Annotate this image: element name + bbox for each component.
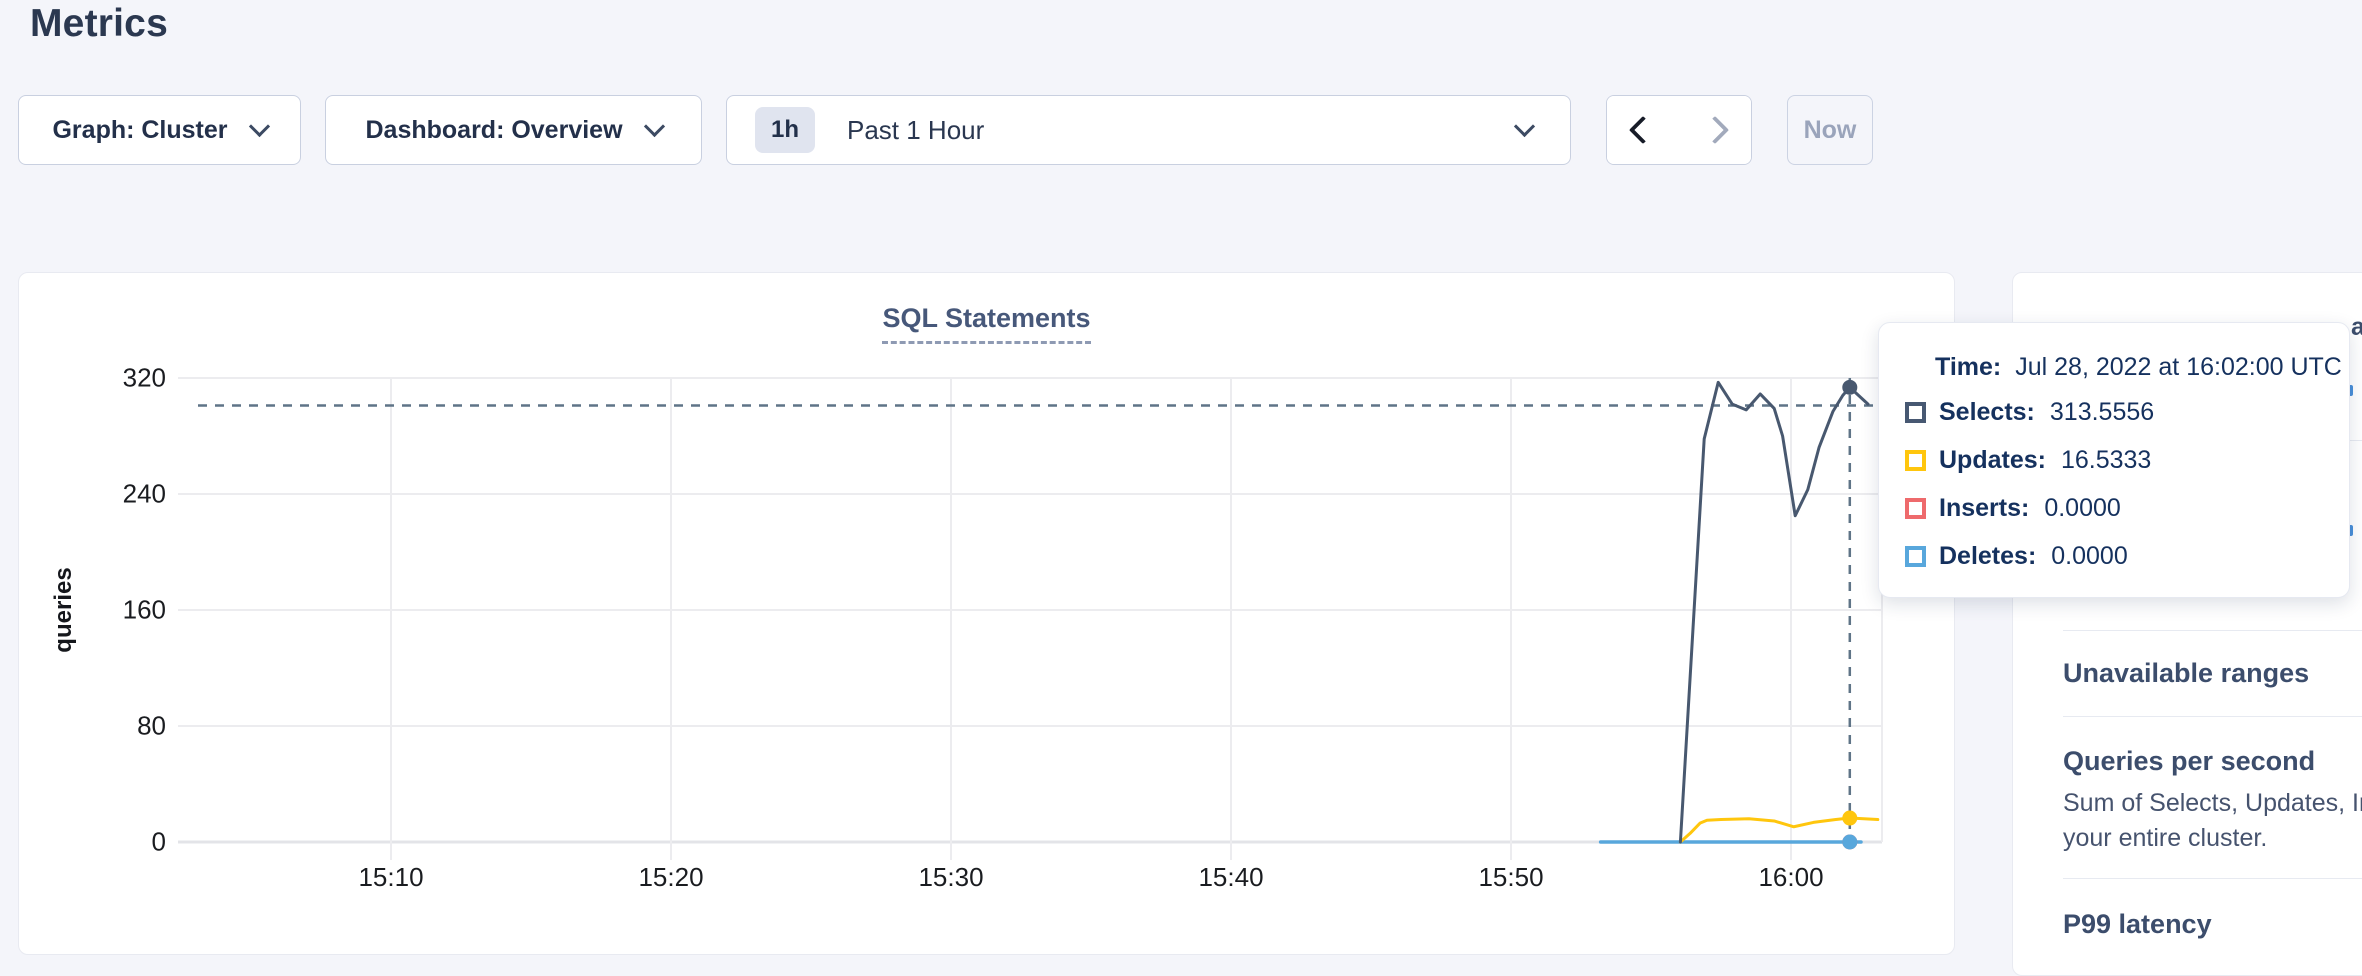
series-swatch-icon <box>1905 450 1926 471</box>
tooltip-series-value: 0.0000 <box>2044 494 2120 523</box>
tooltip-series-row: Selects: 313.5556 <box>1905 388 2329 436</box>
tooltip-time-value: Jul 28, 2022 at 16:02:00 UTC <box>2015 353 2342 381</box>
dashboard-dropdown[interactable]: Dashboard: Overview <box>325 95 702 165</box>
time-range-badge: 1h <box>755 107 815 153</box>
sidebar-divider <box>2063 716 2362 717</box>
series-swatch-icon <box>1905 402 1926 423</box>
x-tick-label: 15:20 <box>638 862 703 893</box>
series-swatch-icon <box>1905 546 1926 567</box>
sidebar-heading-unavailable-ranges: Unavailable ranges <box>2063 658 2309 689</box>
chevron-down-icon <box>643 115 664 136</box>
chart-tooltip: Time: Jul 28, 2022 at 16:02:00 UTC Select… <box>1878 322 2350 598</box>
tooltip-series-label: Updates: <box>1939 446 2046 475</box>
clipped-heading-fragment: a <box>2351 313 2362 342</box>
tooltip-series-label: Selects: <box>1939 398 2035 427</box>
chevron-left-icon <box>1629 116 1657 144</box>
tooltip-time-label: Time: <box>1935 353 2001 381</box>
series-swatch-icon <box>1905 498 1926 519</box>
time-back-button[interactable] <box>1607 96 1679 164</box>
y-tick-label: 240 <box>46 479 166 510</box>
tooltip-series-row: Deletes: 0.0000 <box>1905 532 2329 580</box>
sidebar-description-line: Sum of Selects, Updates, Inser <box>2063 791 2362 816</box>
tooltip-time: Time: Jul 28, 2022 at 16:02:00 UTC <box>1935 353 2342 382</box>
tooltip-series-label: Inserts: <box>1939 494 2029 523</box>
y-tick-label: 80 <box>46 711 166 742</box>
sidebar-divider <box>2063 878 2362 879</box>
y-tick-label: 0 <box>46 827 166 858</box>
page-title: Metrics <box>30 2 168 46</box>
graph-dropdown[interactable]: Graph: Cluster <box>18 95 301 165</box>
tooltip-series-rows: Selects: 313.5556Updates: 16.5333 Inserts: 0… <box>1905 388 2329 580</box>
y-tick-label: 320 <box>46 363 166 394</box>
sidebar-description-line: your entire cluster. <box>2063 826 2267 851</box>
x-tick-label: 15:30 <box>918 862 983 893</box>
sidebar-heading-queries-per-second: Queries per second <box>2063 746 2315 777</box>
sql-statements-chart-card: SQL Statements <box>18 272 1955 955</box>
dashboard-dropdown-label: Dashboard: Overview <box>365 116 622 145</box>
chevron-down-icon <box>248 115 269 136</box>
chevron-down-icon <box>1514 115 1535 136</box>
now-button[interactable]: Now <box>1787 95 1873 165</box>
chevron-right-icon <box>1701 116 1729 144</box>
tooltip-series-row: Updates: 16.5333 <box>1905 436 2329 484</box>
chart-title[interactable]: SQL Statements <box>882 303 1090 344</box>
x-tick-label: 16:00 <box>1758 862 1823 893</box>
time-step-controls <box>1606 95 1752 165</box>
tooltip-series-value: 16.5333 <box>2061 446 2151 475</box>
x-tick-label: 15:40 <box>1198 862 1263 893</box>
tooltip-series-value: 0.0000 <box>2051 542 2127 571</box>
tooltip-series-row: Inserts: 0.0000 <box>1905 484 2329 532</box>
tooltip-series-value: 313.5556 <box>2050 398 2154 427</box>
sidebar-divider <box>2063 630 2362 631</box>
y-tick-label: 160 <box>46 595 166 626</box>
time-range-label: Past 1 Hour <box>847 115 984 146</box>
x-tick-label: 15:10 <box>358 862 423 893</box>
graph-dropdown-label: Graph: Cluster <box>52 116 227 145</box>
time-forward-button[interactable] <box>1679 96 1751 164</box>
sidebar-heading-p99-latency: P99 latency <box>2063 909 2212 940</box>
time-range-dropdown[interactable]: 1h Past 1 Hour <box>726 95 1571 165</box>
x-tick-label: 15:50 <box>1478 862 1543 893</box>
tooltip-series-label: Deletes: <box>1939 542 2036 571</box>
